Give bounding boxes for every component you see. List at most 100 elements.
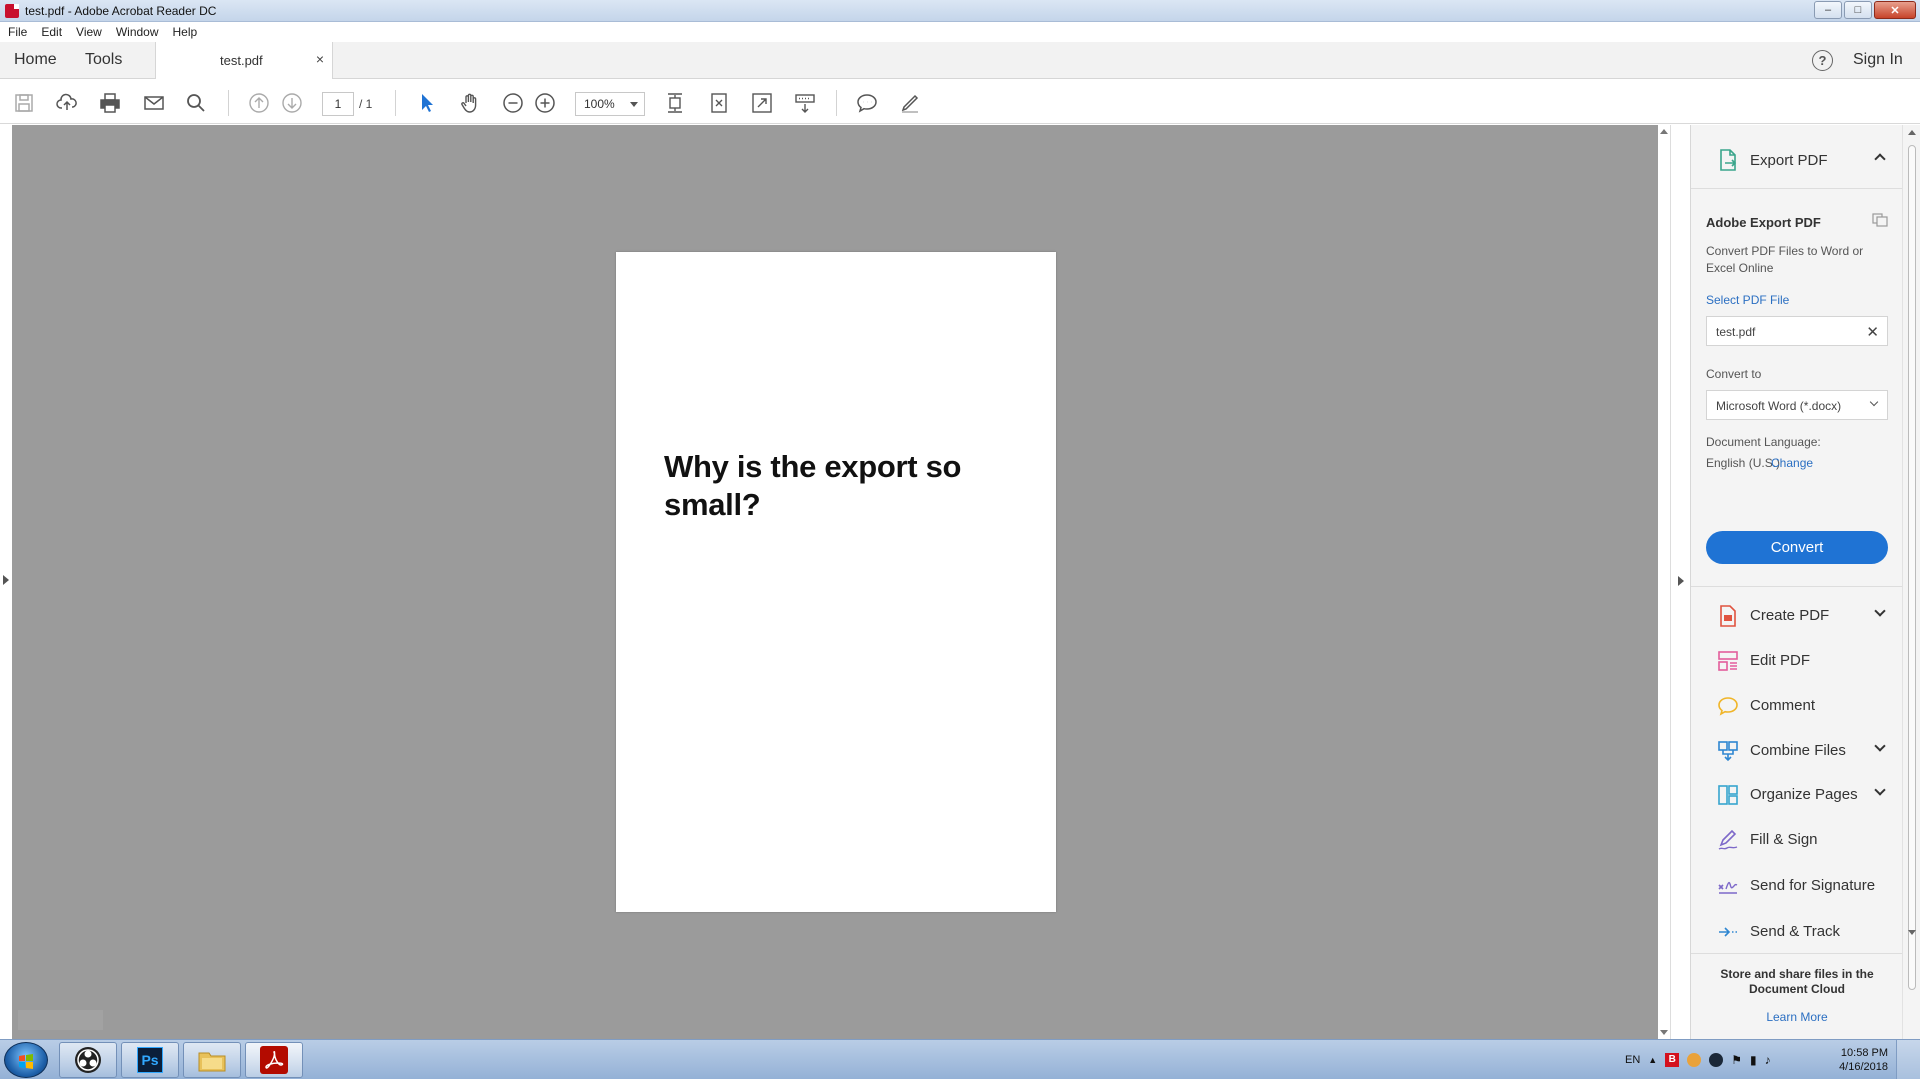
tool-send-for-signature-label: Send for Signature xyxy=(1750,877,1876,894)
help-icon[interactable]: ? xyxy=(1812,50,1833,71)
zoom-level-select[interactable]: 100% xyxy=(575,92,645,116)
document-language-label: Document Language: xyxy=(1706,435,1821,449)
bitdefender-icon[interactable]: B xyxy=(1665,1053,1680,1067)
right-panel-toggle[interactable] xyxy=(1670,125,1690,1039)
send-signature-icon xyxy=(1718,881,1738,894)
steam-icon[interactable] xyxy=(1709,1053,1724,1067)
tool-create-pdf-label: Create PDF xyxy=(1750,607,1830,624)
document-cloud-text: Store and share files in the Document Cl… xyxy=(1720,967,1874,996)
tool-comment[interactable]: Comment xyxy=(1691,687,1903,723)
chevron-down-icon[interactable] xyxy=(1874,605,1886,617)
system-tray: EN ▲ B ⚑ ▮ ♪ xyxy=(1625,1040,1771,1079)
scroll-down-icon[interactable] xyxy=(1660,1030,1668,1035)
combine-files-icon xyxy=(1718,741,1738,762)
menu-edit[interactable]: Edit xyxy=(41,25,62,39)
selected-file-field[interactable]: test.pdf ✕ xyxy=(1706,316,1888,346)
file-explorer-icon[interactable] xyxy=(183,1042,241,1078)
select-cursor-icon[interactable] xyxy=(415,91,439,115)
zoom-out-icon[interactable] xyxy=(501,91,525,115)
collapse-right-icon xyxy=(1678,576,1684,586)
export-pdf-header[interactable]: Export PDF xyxy=(1691,125,1903,189)
menu-view[interactable]: View xyxy=(76,25,102,39)
clock-date: 4/16/2018 xyxy=(1839,1061,1888,1073)
window-title: test.pdf - Adobe Acrobat Reader DC xyxy=(25,3,217,18)
convert-button[interactable]: Convert xyxy=(1706,531,1888,564)
scroll-mode-icon[interactable] xyxy=(663,91,687,115)
menu-window[interactable]: Window xyxy=(116,25,159,39)
clear-file-icon[interactable]: ✕ xyxy=(1866,323,1879,341)
export-description: Convert PDF Files to Word or Excel Onlin… xyxy=(1706,244,1864,275)
comment-bubble-icon xyxy=(1718,697,1738,716)
acrobat-icon[interactable] xyxy=(245,1042,303,1078)
scroll-up-icon[interactable] xyxy=(1908,130,1916,135)
show-desktop-button[interactable] xyxy=(1896,1040,1920,1079)
toolbar-separator xyxy=(395,90,396,116)
zoom-in-icon[interactable] xyxy=(533,91,557,115)
menu-help[interactable]: Help xyxy=(173,25,198,39)
panel-scroll-thumb[interactable] xyxy=(1908,145,1916,990)
save-icon[interactable] xyxy=(12,91,36,115)
window-controls: – □ ✕ xyxy=(1814,1,1916,19)
tool-fill-sign[interactable]: Fill & Sign xyxy=(1691,821,1903,857)
photoshop-icon[interactable]: Ps xyxy=(121,1042,179,1078)
left-panel-toggle[interactable] xyxy=(0,125,12,1039)
hand-tool-icon[interactable] xyxy=(458,91,482,115)
volume-icon[interactable]: ♪ xyxy=(1765,1053,1771,1067)
convert-format-value: Microsoft Word (*.docx) xyxy=(1716,399,1842,413)
search-icon[interactable] xyxy=(184,91,208,115)
change-language-link[interactable]: Change xyxy=(1771,456,1813,470)
maximize-button[interactable]: □ xyxy=(1844,1,1872,19)
tab-document[interactable]: test.pdf × xyxy=(155,42,333,79)
panel-scrollbar[interactable] xyxy=(1902,125,1920,1039)
input-language[interactable]: EN xyxy=(1625,1054,1640,1066)
learn-more-link[interactable]: Learn More xyxy=(1691,1010,1903,1024)
tool-create-pdf[interactable]: Create PDF xyxy=(1691,597,1903,633)
email-icon[interactable] xyxy=(142,91,166,115)
start-button[interactable] xyxy=(4,1042,48,1078)
minimize-button[interactable]: – xyxy=(1814,1,1842,19)
obs-icon[interactable] xyxy=(59,1042,117,1078)
tool-organize-pages-label: Organize Pages xyxy=(1750,786,1858,803)
document-viewer[interactable]: Why is the export so small? xyxy=(0,125,1670,1039)
print-icon[interactable] xyxy=(98,91,122,115)
chevron-down-icon[interactable] xyxy=(1874,740,1886,752)
chevron-up-icon[interactable] xyxy=(1874,153,1886,165)
system-clock[interactable]: 10:58 PM 4/16/2018 xyxy=(1828,1046,1888,1074)
page-number-input[interactable]: 1 xyxy=(322,92,354,116)
tool-organize-pages[interactable]: Organize Pages xyxy=(1691,776,1903,812)
pdf-page[interactable]: Why is the export so small? xyxy=(616,252,1056,912)
read-mode-icon[interactable] xyxy=(793,91,817,115)
action-center-flag-icon[interactable]: ⚑ xyxy=(1731,1053,1742,1067)
comment-icon[interactable] xyxy=(855,91,879,115)
draw-pen-icon[interactable] xyxy=(898,91,922,115)
cloud-copy-icon[interactable] xyxy=(1872,213,1888,227)
network-icon[interactable]: ▮ xyxy=(1750,1053,1757,1067)
scroll-up-icon[interactable] xyxy=(1660,129,1668,134)
tab-tools[interactable]: Tools xyxy=(85,51,122,69)
page-up-icon[interactable] xyxy=(247,91,271,115)
upload-cloud-icon[interactable] xyxy=(55,91,79,115)
tray-app-icon[interactable] xyxy=(1687,1053,1702,1067)
scroll-down-icon[interactable] xyxy=(1908,930,1916,935)
chevron-down-icon[interactable] xyxy=(1874,784,1886,796)
tool-send-track[interactable]: Send & Track xyxy=(1691,913,1903,949)
tab-bar: Home Tools test.pdf × ? Sign In xyxy=(0,42,1920,79)
document-scrollbar[interactable] xyxy=(1658,125,1670,1039)
fullscreen-icon[interactable] xyxy=(750,91,774,115)
tool-combine-files[interactable]: Combine Files xyxy=(1691,732,1903,768)
adobe-export-title: Adobe Export PDF xyxy=(1706,215,1821,230)
convert-format-select[interactable]: Microsoft Word (*.docx) xyxy=(1706,390,1888,420)
select-pdf-file-link[interactable]: Select PDF File xyxy=(1706,293,1789,307)
fit-page-icon[interactable] xyxy=(707,91,731,115)
menu-file[interactable]: File xyxy=(8,25,27,39)
tool-edit-pdf[interactable]: Edit PDF xyxy=(1691,642,1903,678)
sign-in-button[interactable]: Sign In xyxy=(1853,51,1903,69)
close-window-button[interactable]: ✕ xyxy=(1874,1,1916,19)
faded-watermark xyxy=(18,1010,103,1030)
page-total: / 1 xyxy=(359,97,373,111)
show-hidden-icons-icon[interactable]: ▲ xyxy=(1648,1055,1657,1065)
page-down-icon[interactable] xyxy=(280,91,304,115)
close-tab-icon[interactable]: × xyxy=(316,51,324,67)
tool-send-for-signature[interactable]: Send for Signature xyxy=(1691,867,1903,903)
tab-home[interactable]: Home xyxy=(14,51,57,69)
